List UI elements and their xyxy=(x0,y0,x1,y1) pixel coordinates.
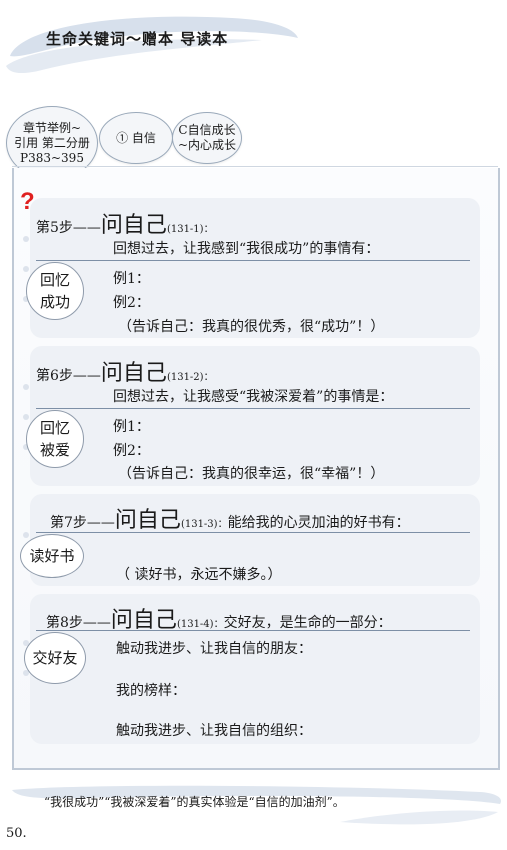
step-7-title: 第7步——问自己(131-3)：能给我的心灵加油的好书有： xyxy=(50,502,410,534)
step-7-label-circle: 读好书 xyxy=(20,534,84,578)
step-6-heading: 问自己 xyxy=(100,361,167,386)
step-6-line-3: （告诉自己：我真的很幸运，很“幸福”！） xyxy=(118,466,385,482)
topic-chip: ① 自信 xyxy=(99,112,173,164)
step-5-prompt: 回想过去，让我感到“我很成功”的事情有： xyxy=(113,241,380,257)
step-8-underline xyxy=(36,630,470,631)
subtopic-chip: C自信成长 ~内心成长 xyxy=(172,112,242,164)
chapter-line-3: P383~395 xyxy=(20,150,84,165)
step-6-prefix: 第6步—— xyxy=(36,368,101,384)
subtopic-line-1: C自信成长 xyxy=(178,123,236,137)
chapter-line-2: 引用 第二分册 xyxy=(14,135,90,150)
step-8-line-3: 触动我进步、让我自信的组织： xyxy=(116,723,312,739)
step-7-underline xyxy=(36,532,470,533)
subtopic-line-2: ~内心成长 xyxy=(177,138,237,152)
step-5-label-2: 成功 xyxy=(39,293,70,311)
step-6-underline xyxy=(36,408,470,409)
step-6-line-2: 例2： xyxy=(113,443,150,459)
step-8-line-1: 触动我进步、让我自信的朋友： xyxy=(116,641,312,657)
step-8-label-circle: 交好友 xyxy=(24,632,86,684)
step-7-label: 读好书 xyxy=(29,547,75,565)
step-5-heading: 问自己 xyxy=(100,213,167,238)
step-5-label-1: 回忆 xyxy=(39,271,70,289)
step-8-after: 交好友，是生命的一部分： xyxy=(223,615,392,631)
step-6-prompt: 回想过去，让我感受“我被深爱着”的事情是： xyxy=(113,389,394,405)
step-5-label-circle: 回忆 成功 xyxy=(26,262,84,320)
step-5-line-1: 例1： xyxy=(113,271,150,287)
step-8-label: 交好友 xyxy=(32,649,78,667)
chapter-line-1: 章节举例~ xyxy=(22,120,82,135)
step-5-underline xyxy=(36,260,470,261)
header-title: 生命关键词～赠本 导读本 xyxy=(46,30,229,48)
step-8-code: (131-4)： xyxy=(176,619,224,630)
step-6-label-1: 回忆 xyxy=(39,419,70,437)
step-5-title: 第5步——问自己(131-1)： xyxy=(36,207,214,239)
step-6-line-1: 例1： xyxy=(113,419,150,435)
step-7-heading: 问自己 xyxy=(114,508,181,533)
step-7-prefix: 第7步—— xyxy=(50,515,115,531)
bullet-dot xyxy=(23,384,29,390)
bullet-dot xyxy=(23,266,29,272)
step-8-line-2: 我的榜样： xyxy=(116,683,186,699)
page-number: 50. xyxy=(6,826,27,841)
bullet-dot xyxy=(23,236,29,242)
step-5-code: (131-1)： xyxy=(166,224,214,235)
step-8-prefix: 第8步—— xyxy=(46,615,111,631)
step-5-line-3: （告诉自己：我真的很优秀，很“成功”！） xyxy=(118,319,385,335)
step-6-label-circle: 回忆 被爱 xyxy=(26,410,84,468)
bullet-dot xyxy=(23,532,29,538)
step-7-code: (131-3)： xyxy=(180,519,228,530)
step-7-line-1: （ 读好书，永远不嫌多。） xyxy=(116,567,282,583)
footer-quote: “我很成功”“我被深爱着”的真实体验是“自信的加油剂”。 xyxy=(44,795,345,809)
step-5-line-2: 例2： xyxy=(113,295,150,311)
step-6-label-2: 被爱 xyxy=(39,441,70,459)
step-6-code: (131-2)： xyxy=(166,372,214,383)
topic-label: ① 自信 xyxy=(116,130,156,145)
step-6-title: 第6步——问自己(131-2)： xyxy=(36,355,214,387)
step-5-prefix: 第5步—— xyxy=(36,220,101,236)
bullet-dot xyxy=(23,414,29,420)
step-7-after: 能给我的心灵加油的好书有： xyxy=(227,515,410,531)
frame-top-border xyxy=(12,166,498,167)
